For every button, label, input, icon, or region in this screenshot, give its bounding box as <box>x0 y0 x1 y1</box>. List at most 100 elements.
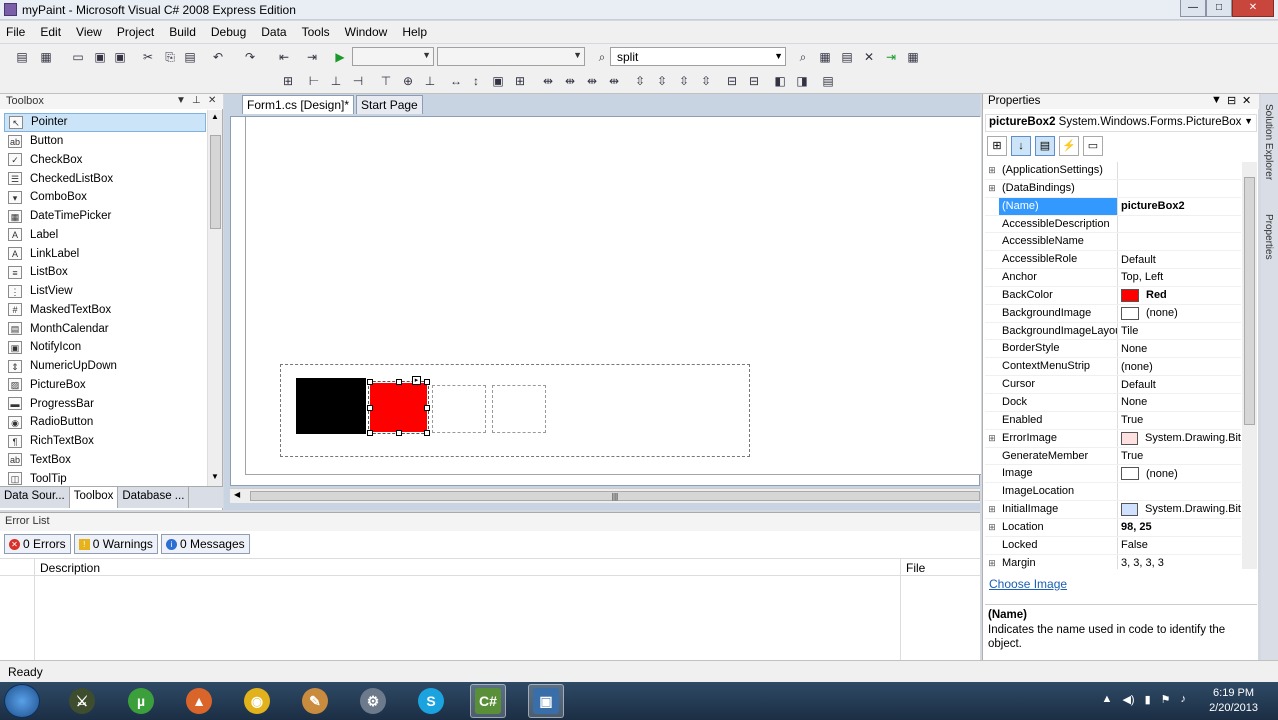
picture-box-2[interactable] <box>368 381 429 434</box>
menu-window[interactable]: Window <box>339 25 394 39</box>
resize-handle[interactable] <box>396 379 402 385</box>
property-value[interactable]: System.Drawing.Bit <box>1118 430 1241 447</box>
make-same-size-icon[interactable]: ▣ <box>490 73 506 89</box>
speaker-icon[interactable]: ♪ <box>1181 693 1187 706</box>
toolbox-item-radiobutton[interactable]: ◉ RadioButton <box>4 413 206 432</box>
v-spacing-decrease-icon[interactable]: ⇳ <box>676 73 692 89</box>
options-icon[interactable]: ▦ <box>905 49 921 65</box>
expand-icon[interactable]: ⊞ <box>985 501 999 518</box>
property-value[interactable]: Default <box>1118 251 1241 268</box>
paint-icon[interactable]: ✎ <box>297 684 333 718</box>
close-icon[interactable]: ✕ <box>1242 94 1251 107</box>
toolbox-item-maskedtextbox[interactable]: # MaskedTextBox <box>4 301 206 320</box>
find-combo[interactable]: split ▼ <box>610 47 786 66</box>
volume-icon[interactable]: ◀) <box>1122 693 1134 706</box>
tab-order-icon[interactable]: ▤ <box>820 73 836 89</box>
redo-icon[interactable]: ↷ <box>242 49 258 65</box>
tab-start-page[interactable]: Start Page <box>356 95 423 114</box>
show-hidden-icons[interactable]: ▲ <box>1102 693 1113 706</box>
designer-hscrollbar[interactable]: ◀ ||| <box>230 488 980 503</box>
scroll-left-icon[interactable]: ◀ <box>234 490 240 499</box>
property-value[interactable]: 98, 25 <box>1118 519 1241 536</box>
property-row[interactable]: Dock None <box>985 393 1241 412</box>
align-to-grid-icon[interactable]: ⊞ <box>280 73 296 89</box>
property-pages-icon[interactable]: ▭ <box>1083 136 1103 156</box>
resize-handle[interactable] <box>367 430 373 436</box>
v-spacing-remove-icon[interactable]: ⇳ <box>698 73 714 89</box>
network-icon[interactable]: ▮ <box>1145 693 1151 706</box>
solution-explorer-icon[interactable]: ▦ <box>817 49 833 65</box>
toolbox-item-picturebox[interactable]: ▨ PictureBox <box>4 376 206 395</box>
form-canvas[interactable]: ▸ <box>245 117 981 475</box>
tab-solution-explorer[interactable]: Solution Explorer <box>1263 104 1274 180</box>
property-value[interactable]: Default <box>1118 376 1241 393</box>
scroll-thumb[interactable] <box>210 135 221 229</box>
picture-box-3[interactable] <box>432 385 486 433</box>
property-value[interactable]: pictureBox2 <box>1118 198 1241 215</box>
tab-toolbox[interactable]: Toolbox <box>69 487 119 508</box>
menu-edit[interactable]: Edit <box>34 25 67 39</box>
start-button[interactable] <box>4 684 40 718</box>
property-row[interactable]: ContextMenuStrip (none) <box>985 358 1241 377</box>
align-tops-icon[interactable]: ⊤ <box>378 73 394 89</box>
warnings-filter-button[interactable]: ! 0 Warnings <box>73 534 158 554</box>
save-all-icon[interactable]: ▣ <box>112 49 128 65</box>
property-row[interactable]: ⊞ Location 98, 25 <box>985 518 1241 537</box>
start-page-icon[interactable]: ⇥ <box>883 49 899 65</box>
utorrent-icon[interactable]: µ <box>123 684 159 718</box>
property-value[interactable] <box>1118 233 1241 250</box>
errors-filter-button[interactable]: ✕ 0 Errors <box>4 534 71 554</box>
toolbox-item-progressbar[interactable]: ▬ ProgressBar <box>4 394 206 413</box>
close-icon[interactable]: ✕ <box>208 95 216 106</box>
toolbox-item-numericupdown[interactable]: ⇕ NumericUpDown <box>4 357 206 376</box>
resize-handle[interactable] <box>424 430 430 436</box>
resize-handle[interactable] <box>424 379 430 385</box>
toolbox-item-notifyicon[interactable]: ▣ NotifyIcon <box>4 338 206 357</box>
h-spacing-decrease-icon[interactable]: ⇹ <box>584 73 600 89</box>
cut-icon[interactable]: ✂ <box>140 49 156 65</box>
menu-view[interactable]: View <box>70 25 108 39</box>
close-button[interactable]: ✕ <box>1232 0 1274 17</box>
property-row[interactable]: AccessibleName <box>985 233 1241 252</box>
property-row[interactable]: Cursor Default <box>985 376 1241 394</box>
size-to-grid-icon[interactable]: ⊞ <box>512 73 528 89</box>
object-selector[interactable]: pictureBox2 System.Windows.Forms.Picture… <box>985 114 1257 132</box>
toolbox-item-button[interactable]: ab Button <box>4 132 206 151</box>
navigate-forward-icon[interactable]: ⇥ <box>304 49 320 65</box>
menu-help[interactable]: Help <box>396 25 433 39</box>
make-same-height-icon[interactable]: ↕ <box>468 73 484 89</box>
property-value[interactable]: None <box>1118 394 1241 411</box>
events-icon[interactable]: ⚡ <box>1059 136 1079 156</box>
menu-data[interactable]: Data <box>255 25 292 39</box>
property-row[interactable]: ⊞ InitialImage System.Drawing.Bit <box>985 501 1241 519</box>
smart-tag-icon[interactable]: ▸ <box>412 376 421 385</box>
control-panel-icon[interactable]: ⚙ <box>355 684 391 718</box>
property-value[interactable]: (none) <box>1118 465 1241 482</box>
resize-handle[interactable] <box>367 405 373 411</box>
expand-icon[interactable]: ⊞ <box>985 519 999 536</box>
navigate-back-icon[interactable]: ⇤ <box>276 49 292 65</box>
picture-box-4[interactable] <box>492 385 546 433</box>
save-floppy-icon[interactable]: ▣ <box>528 684 564 718</box>
resize-handle[interactable] <box>367 379 373 385</box>
v-spacing-increase-icon[interactable]: ⇳ <box>654 73 670 89</box>
tab-data-sources[interactable]: Data Sour... <box>0 487 70 508</box>
property-row[interactable]: AccessibleDescription <box>985 215 1241 234</box>
property-grid-scrollbar[interactable] <box>1242 162 1257 569</box>
toolbox-item-monthcalendar[interactable]: ▤ MonthCalendar <box>4 319 206 338</box>
property-row[interactable]: Locked False <box>985 536 1241 555</box>
toolbox-item-label[interactable]: A Label <box>4 226 206 245</box>
center-vertically-icon[interactable]: ⊟ <box>746 73 762 89</box>
property-row[interactable]: BackgroundImage (none) <box>985 304 1241 323</box>
toolbox-item-combobox[interactable]: ▾ ComboBox <box>4 188 206 207</box>
property-row[interactable]: ImageLocation <box>985 483 1241 502</box>
align-rights-icon[interactable]: ⊣ <box>350 73 366 89</box>
menu-project[interactable]: Project <box>111 25 160 39</box>
scroll-up-icon[interactable]: ▲ <box>211 112 219 121</box>
resize-handle[interactable] <box>424 405 430 411</box>
property-row[interactable]: Image (none) <box>985 465 1241 484</box>
toolbox-item-linklabel[interactable]: A LinkLabel <box>4 244 206 263</box>
toolbox-item-pointer[interactable]: ↖ Pointer <box>4 113 206 132</box>
property-row[interactable]: ⊞ (ApplicationSettings) <box>985 162 1241 180</box>
property-value[interactable]: Tile <box>1118 323 1241 340</box>
